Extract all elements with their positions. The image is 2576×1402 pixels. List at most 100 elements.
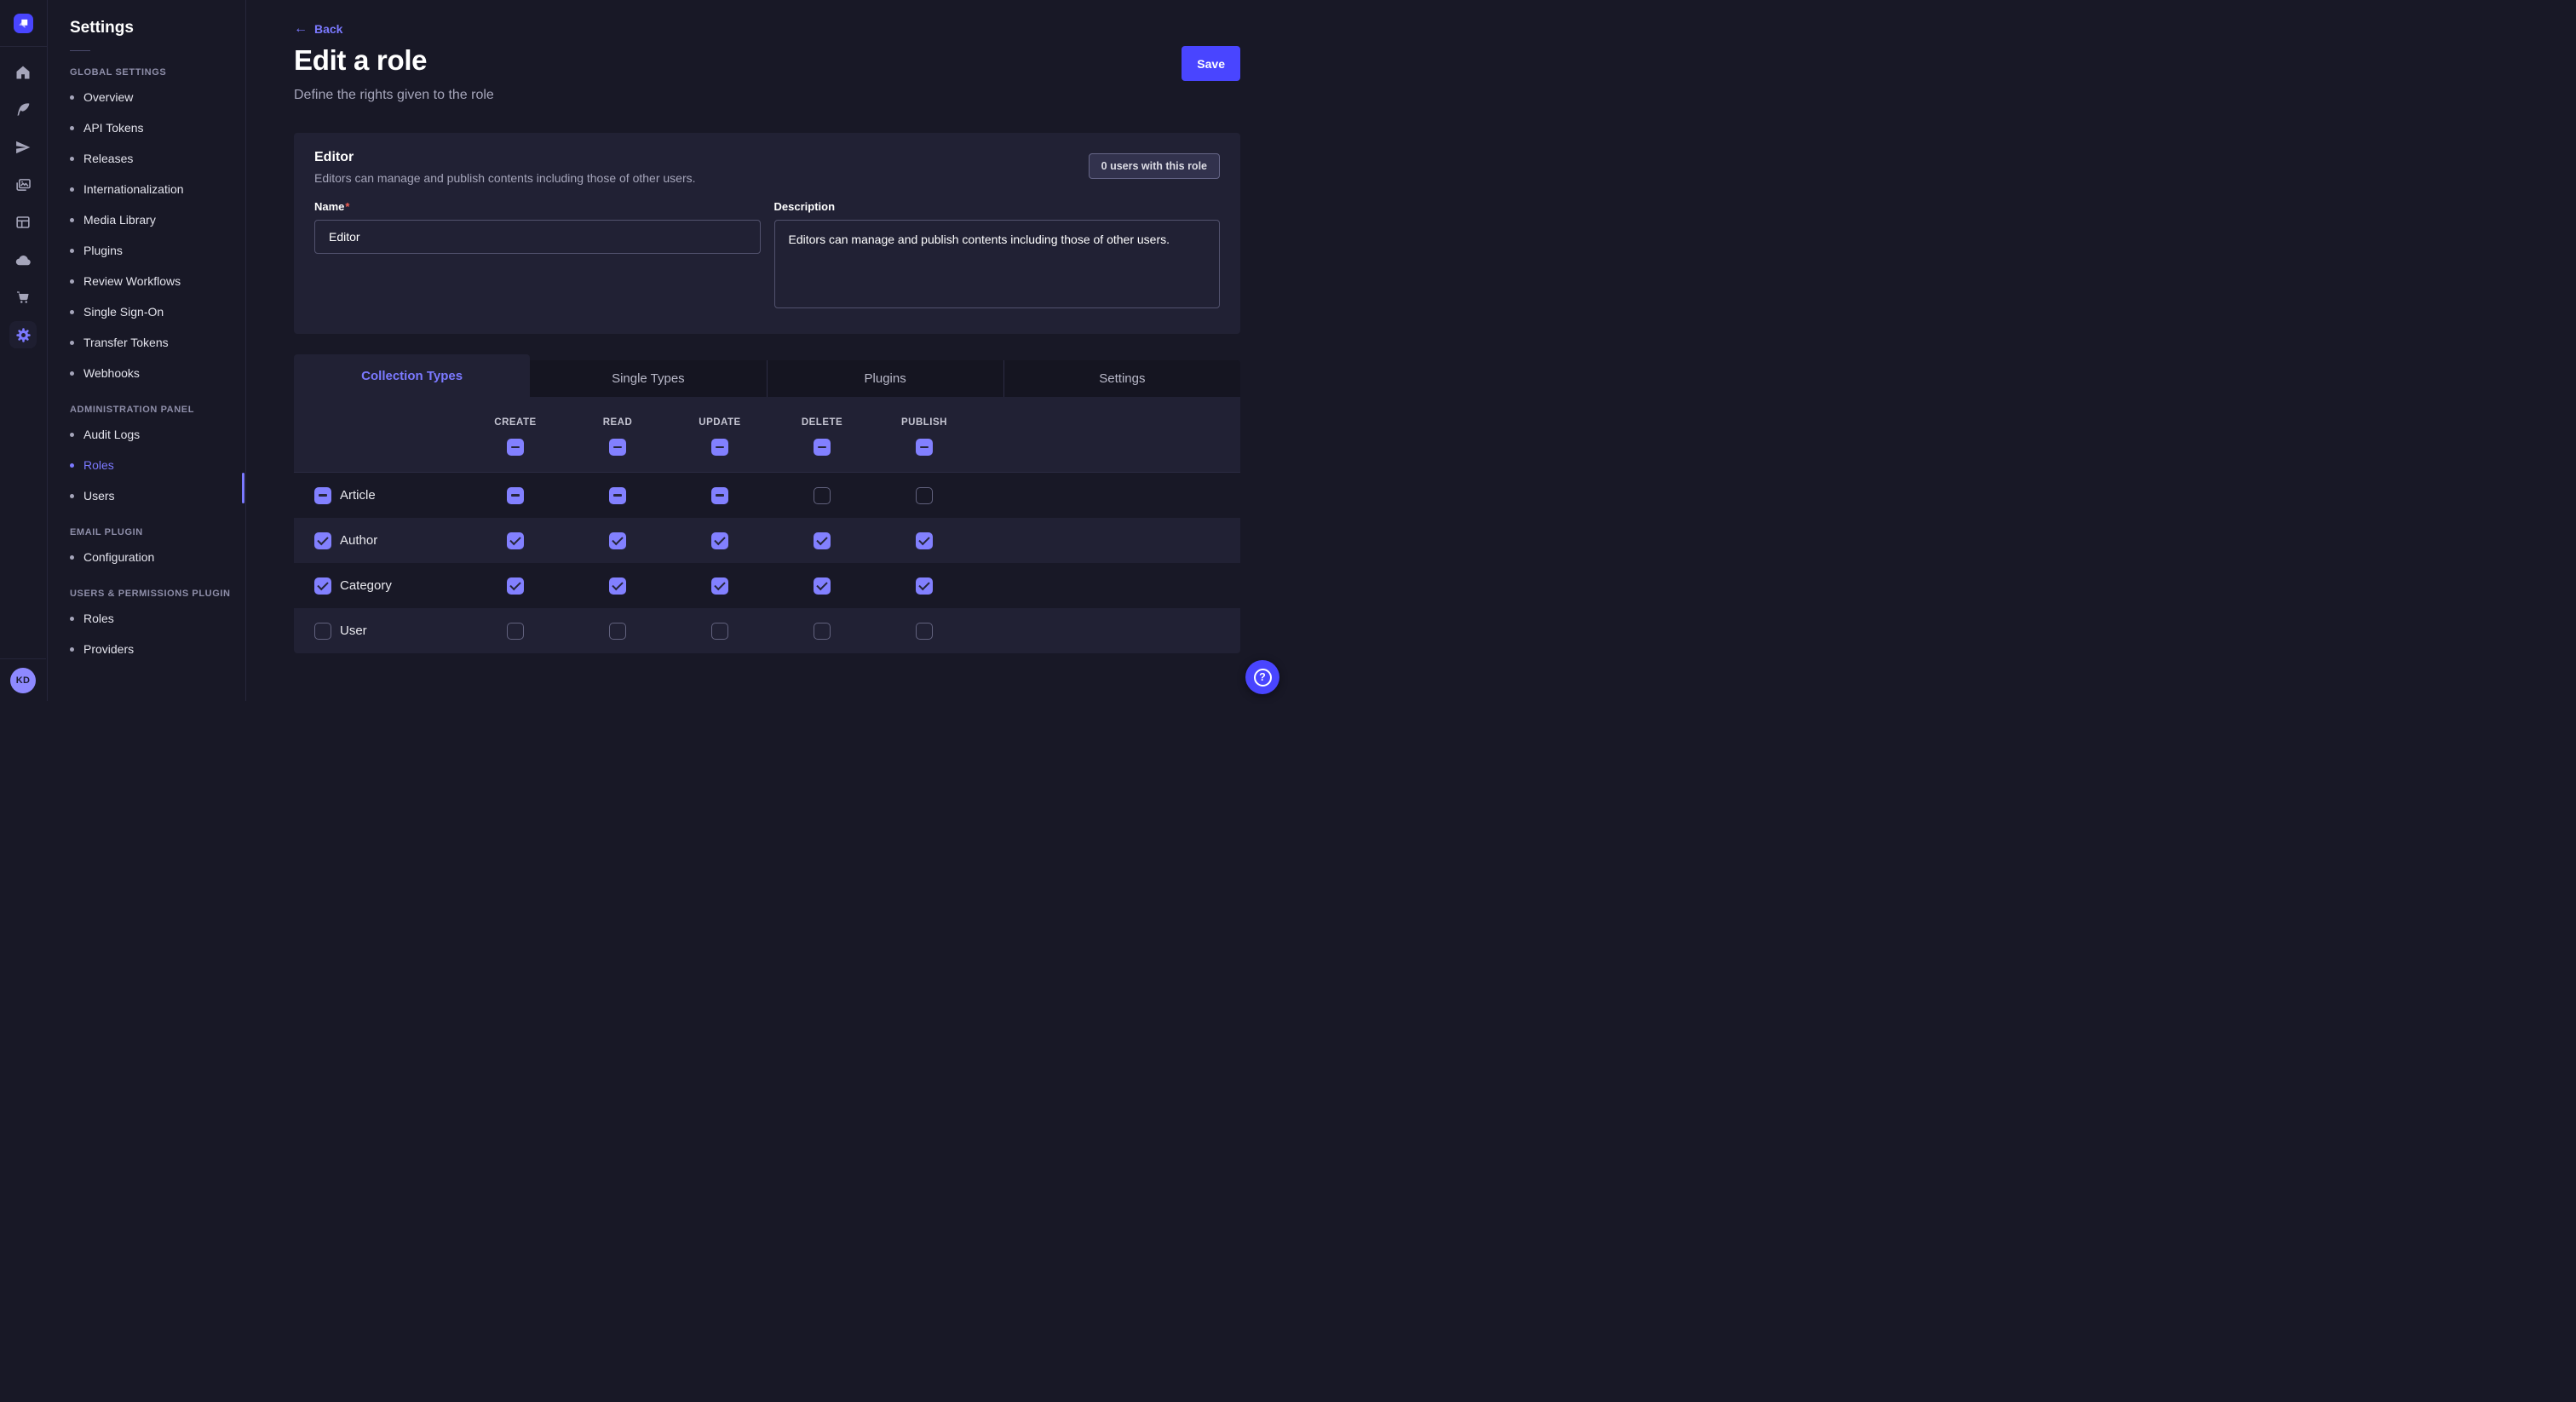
article-delete-checkbox[interactable]: [814, 487, 831, 504]
article-read-checkbox[interactable]: [609, 487, 626, 504]
row-checkbox-category[interactable]: [314, 577, 331, 595]
section-heading-global-settings: GLOBAL SETTINGS: [49, 51, 245, 82]
author-read-checkbox[interactable]: [609, 532, 626, 549]
sidebar-item-label: Webhooks: [83, 366, 140, 380]
user-publish-checkbox[interactable]: [916, 623, 933, 640]
user-delete-checkbox[interactable]: [814, 623, 831, 640]
author-publish-checkbox[interactable]: [916, 532, 933, 549]
sidebar-item-api-tokens[interactable]: API Tokens: [49, 112, 245, 143]
name-field-label: Name*: [314, 200, 349, 213]
author-update-checkbox[interactable]: [711, 532, 728, 549]
sidebar-item-internationalization[interactable]: Internationalization: [49, 174, 245, 204]
cart-icon[interactable]: [9, 284, 37, 311]
role-details-card: Editor Editors can manage and publish co…: [294, 133, 1240, 334]
tab-label: Collection Types: [361, 369, 463, 383]
sidebar-item-up-roles[interactable]: Roles: [49, 603, 245, 634]
strapi-logo[interactable]: [14, 14, 33, 33]
column-header-delete: DELETE: [771, 417, 873, 428]
paper-plane-icon[interactable]: [9, 134, 37, 161]
user-update-checkbox[interactable]: [711, 623, 728, 640]
column-header-update: UPDATE: [669, 417, 771, 428]
tab-collection-types[interactable]: Collection Types: [294, 354, 530, 397]
category-publish-checkbox[interactable]: [916, 577, 933, 595]
category-read-checkbox[interactable]: [609, 577, 626, 595]
sidebar-item-label: Internationalization: [83, 182, 184, 196]
gear-icon[interactable]: [9, 321, 37, 348]
sidebar-item-up-providers[interactable]: Providers: [49, 634, 245, 664]
home-icon[interactable]: [9, 59, 37, 86]
permissions-table: CREATE READ UPDATE DELETE PUBLISH: [294, 397, 1240, 653]
select-all-read-checkbox[interactable]: [609, 439, 626, 456]
author-create-checkbox[interactable]: [507, 532, 524, 549]
page-title: Edit a role: [294, 44, 427, 77]
back-label: Back: [314, 22, 342, 36]
sidebar-item-releases[interactable]: Releases: [49, 143, 245, 174]
name-label-text: Name: [314, 200, 344, 213]
sidebar-item-overview[interactable]: Overview: [49, 82, 245, 112]
sidebar-item-label: Media Library: [83, 213, 156, 227]
table-row-category: Category: [294, 563, 1240, 608]
rail-header: [0, 0, 47, 47]
category-delete-checkbox[interactable]: [814, 577, 831, 595]
row-checkbox-article[interactable]: [314, 487, 331, 504]
sidebar-item-label: API Tokens: [83, 121, 144, 135]
column-header-read: READ: [566, 417, 669, 428]
strapi-logo-icon: [17, 17, 30, 30]
author-delete-checkbox[interactable]: [814, 532, 831, 549]
tab-single-types[interactable]: Single Types: [530, 360, 766, 397]
sidebar-item-media-library[interactable]: Media Library: [49, 204, 245, 235]
category-update-checkbox[interactable]: [711, 577, 728, 595]
select-all-delete-checkbox[interactable]: [814, 439, 831, 456]
main-content: ← Back Edit a role Save Define the right…: [246, 0, 1288, 701]
description-textarea[interactable]: Editors can manage and publish contents …: [774, 220, 1221, 308]
required-asterisk: *: [345, 200, 349, 213]
row-checkbox-author[interactable]: [314, 532, 331, 549]
back-arrow-icon: ←: [294, 22, 308, 36]
feather-icon[interactable]: [9, 96, 37, 124]
permissions-tabs: Collection Types Single Types Plugins Se…: [294, 354, 1240, 397]
avatar[interactable]: KD: [10, 668, 36, 693]
settings-sidebar: Settings GLOBAL SETTINGS Overview API To…: [49, 0, 246, 701]
row-label: Article: [340, 488, 376, 503]
save-button[interactable]: Save: [1182, 46, 1240, 81]
user-create-checkbox[interactable]: [507, 623, 524, 640]
select-all-publish-checkbox[interactable]: [916, 439, 933, 456]
article-publish-checkbox[interactable]: [916, 487, 933, 504]
table-row-author: Author: [294, 518, 1240, 563]
select-all-update-checkbox[interactable]: [711, 439, 728, 456]
question-mark-icon: ?: [1254, 669, 1272, 687]
sidebar-item-admin-roles[interactable]: Roles: [49, 450, 245, 480]
row-checkbox-user[interactable]: [314, 623, 331, 640]
images-icon[interactable]: [9, 171, 37, 198]
tab-plugins[interactable]: Plugins: [767, 360, 1003, 397]
sidebar-item-label: Audit Logs: [83, 428, 140, 441]
article-update-checkbox[interactable]: [711, 487, 728, 504]
name-input[interactable]: [314, 220, 761, 254]
sidebar-item-transfer-tokens[interactable]: Transfer Tokens: [49, 327, 245, 358]
article-create-checkbox[interactable]: [507, 487, 524, 504]
description-field-label: Description: [774, 200, 836, 213]
sidebar-scrollbar[interactable]: [242, 473, 244, 503]
sidebar-item-admin-users[interactable]: Users: [49, 480, 245, 511]
sidebar-item-webhooks[interactable]: Webhooks: [49, 358, 245, 388]
sidebar-item-label: Single Sign-On: [83, 305, 164, 319]
sidebar-item-single-sign-on[interactable]: Single Sign-On: [49, 296, 245, 327]
user-read-checkbox[interactable]: [609, 623, 626, 640]
sidebar-item-label: Users: [83, 489, 115, 503]
sidebar-item-email-configuration[interactable]: Configuration: [49, 542, 245, 572]
users-with-role-badge[interactable]: 0 users with this role: [1089, 153, 1220, 179]
page-header: Edit a role Save: [294, 44, 1240, 81]
sidebar-item-review-workflows[interactable]: Review Workflows: [49, 266, 245, 296]
sidebar-item-label: Plugins: [83, 244, 123, 257]
help-button[interactable]: ?: [1245, 660, 1279, 694]
layout-icon[interactable]: [9, 209, 37, 236]
sidebar-item-label: Overview: [83, 90, 133, 104]
select-all-create-checkbox[interactable]: [507, 439, 524, 456]
tab-settings[interactable]: Settings: [1003, 360, 1240, 397]
sidebar-item-plugins[interactable]: Plugins: [49, 235, 245, 266]
back-link[interactable]: ← Back: [294, 0, 342, 36]
sidebar-item-audit-logs[interactable]: Audit Logs: [49, 419, 245, 450]
name-field-group: Name*: [314, 199, 761, 313]
category-create-checkbox[interactable]: [507, 577, 524, 595]
cloud-icon[interactable]: [9, 246, 37, 273]
